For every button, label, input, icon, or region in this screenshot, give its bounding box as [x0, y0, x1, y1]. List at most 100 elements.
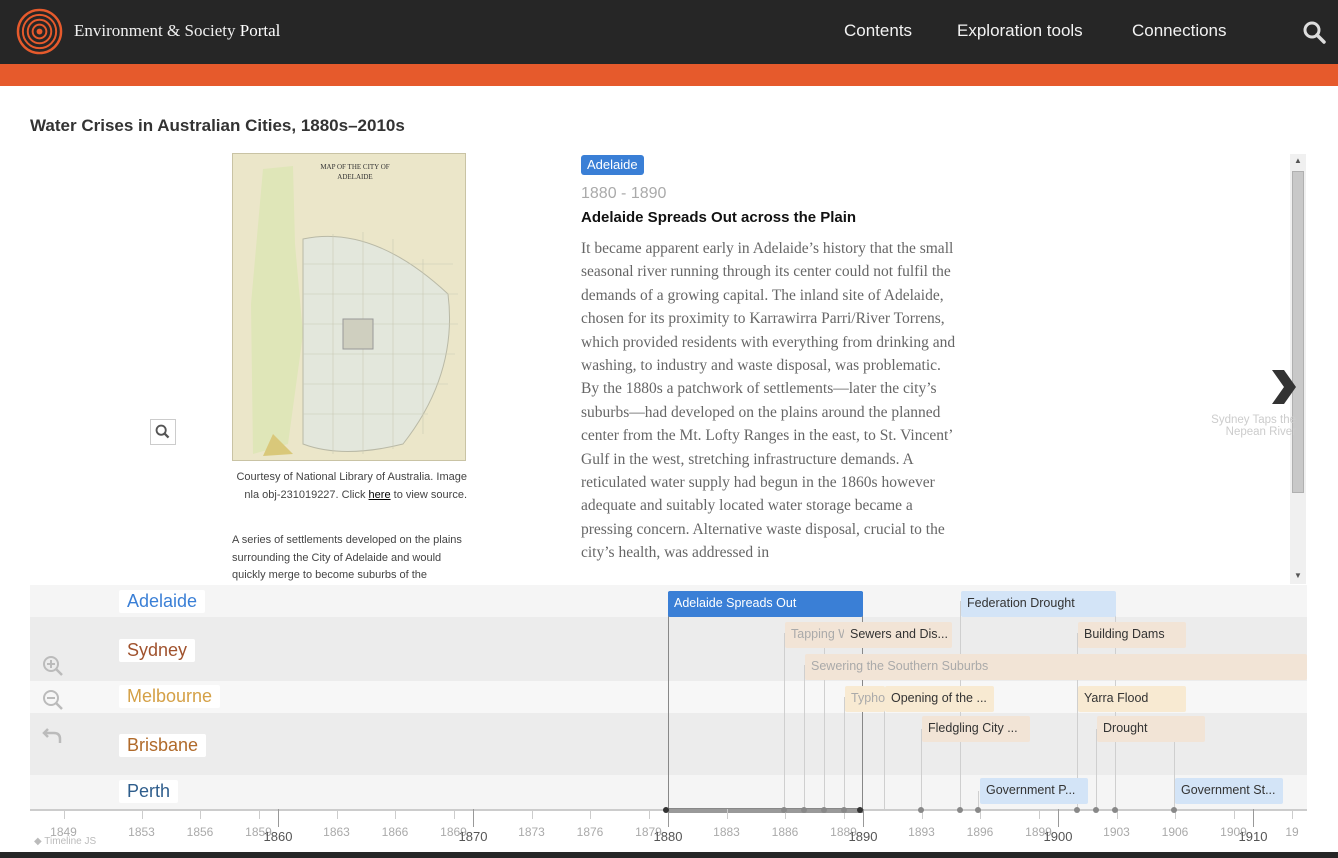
axis-minor-label: 1866: [381, 825, 409, 839]
event-government-st[interactable]: Government St...: [1175, 778, 1283, 804]
axis-event-dot[interactable]: [975, 807, 981, 813]
scroll-down-arrow-icon[interactable]: ▼: [1290, 569, 1306, 583]
search-icon[interactable]: [1302, 20, 1326, 44]
group-label-sydney: Sydney: [119, 639, 196, 662]
image-zoom-button[interactable]: [150, 419, 176, 445]
axis-minor-tick: [453, 809, 455, 819]
timeline-nav: Adelaide Sydney Melbourne Brisbane Perth…: [30, 585, 1307, 852]
group-label-adelaide: Adelaide: [119, 590, 206, 613]
zoom-out-icon[interactable]: [40, 687, 66, 713]
event-sewers-and-disposal[interactable]: Sewers and Dis...: [844, 622, 952, 648]
event-government-p[interactable]: Government P...: [980, 778, 1088, 804]
nav-exploration-tools[interactable]: Exploration tools: [957, 21, 1083, 41]
site-brand[interactable]: Environment & Society Portal: [74, 21, 280, 41]
axis-event-dot[interactable]: [1171, 807, 1177, 813]
axis-minor-tick: [200, 809, 201, 819]
axis-minor-label: 1906: [1161, 825, 1189, 839]
zoom-in-icon[interactable]: [40, 653, 66, 679]
axis-major-tick: [473, 809, 474, 827]
axis-event-dot[interactable]: [781, 807, 787, 813]
group-label-perth: Perth: [119, 780, 179, 803]
nav-connections[interactable]: Connections: [1132, 21, 1227, 41]
event-opening-of-the[interactable]: Opening of the ...: [885, 686, 994, 712]
axis-major-label: 1870: [458, 829, 488, 844]
axis-minor-label: 1873: [518, 825, 545, 839]
back-to-start-icon[interactable]: [40, 721, 66, 747]
event-typhoid[interactable]: Typho: [845, 686, 885, 712]
axis-minor-tick: [648, 809, 650, 819]
axis-minor-tick: [63, 809, 65, 819]
page-title: Water Crises in Australian Cities, 1880s…: [30, 116, 405, 135]
event-drought[interactable]: Drought: [1097, 716, 1205, 742]
brand-main-text: Environment & Society: [74, 21, 236, 40]
axis-event-dot[interactable]: [957, 807, 963, 813]
credit-text-end: to view source.: [390, 488, 467, 501]
event-sewering-southern-suburbs-label: Sewering the Southern Suburbs: [811, 659, 989, 673]
axis-major-tick: [278, 809, 279, 827]
axis-event-dot[interactable]: [663, 807, 669, 813]
axis-event-dot[interactable]: [857, 807, 863, 813]
axis-major-label: 1910: [1238, 829, 1268, 844]
axis-minor-label: 1883: [713, 825, 740, 839]
axis-minor-tick: [531, 809, 533, 819]
axis-active-range: [668, 809, 863, 813]
axis-event-dot[interactable]: [1074, 807, 1080, 813]
event-fledgling-city[interactable]: Fledgling City ...: [922, 716, 1030, 742]
axis-event-dot[interactable]: [1093, 807, 1099, 813]
event-sewering-southern-suburbs[interactable]: Sewering the Southern Suburbs: [805, 654, 1307, 680]
axis-event-dot[interactable]: [801, 807, 807, 813]
axis-major-label: 1900: [1043, 829, 1073, 844]
axis-minor-tick: [395, 809, 396, 819]
next-slide-title[interactable]: Sydney Taps the Nepean River: [1200, 414, 1296, 438]
top-navbar: Environment & Society Portal Contents Ex…: [0, 0, 1338, 64]
timelinejs-credit[interactable]: ◆ Timeline JS: [34, 836, 96, 847]
group-label-melbourne: Melbourne: [119, 685, 221, 708]
axis-minor-tick: [1233, 809, 1235, 819]
event-marker-line: [884, 697, 885, 809]
scroll-thumb[interactable]: [1292, 171, 1304, 493]
event-building-dams[interactable]: Building Dams: [1078, 622, 1186, 648]
axis-minor-label: 1876: [576, 825, 604, 839]
slide-date: 1880 - 1890: [581, 185, 667, 202]
magnifier-icon: [155, 424, 170, 439]
axis-minor-label: 1853: [128, 825, 155, 839]
image-caption: A series of settlements developed on the…: [232, 534, 462, 581]
source-link[interactable]: here: [369, 489, 391, 501]
axis-minor-label: 1856: [186, 825, 214, 839]
time-axis[interactable]: 1849 1853 1856 1859 1863 1866 1869 1873 1876 1879…: [30, 807, 1307, 852]
brand-portal-text: Portal: [239, 21, 281, 40]
group-tag: Adelaide: [581, 155, 644, 175]
event-yarra-flood[interactable]: Yarra Flood: [1078, 686, 1186, 712]
axis-minor-tick: [336, 809, 338, 819]
map-image[interactable]: MAP OF THE CITY OF ADELAIDE: [232, 153, 466, 461]
axis-minor-tick: [1292, 809, 1293, 819]
axis-major-label: 1890: [848, 829, 878, 844]
image-credit: Courtesy of National Library of Australi…: [232, 469, 467, 504]
axis-minor-label: 1896: [966, 825, 994, 839]
axis-minor-tick: [726, 809, 728, 819]
axis-minor-label: 1863: [323, 825, 350, 839]
adelaide-map-illustration: [233, 154, 465, 460]
event-adelaide-spreads-out[interactable]: Adelaide Spreads Out: [668, 591, 863, 617]
map-heading: MAP OF THE CITY OF ADELAIDE: [320, 163, 390, 181]
event-tapping[interactable]: Tapping W: [785, 622, 847, 648]
group-label-brisbane: Brisbane: [119, 734, 207, 757]
axis-event-dot[interactable]: [1112, 807, 1118, 813]
axis-major-label: 1880: [653, 829, 683, 844]
axis-minor-label: 19: [1285, 825, 1299, 839]
next-slide-arrow-icon[interactable]: [1266, 368, 1298, 406]
axis-major-tick: [1058, 809, 1059, 827]
axis-major-tick: [863, 809, 864, 827]
portal-logo-icon[interactable]: [16, 8, 63, 55]
nav-contents[interactable]: Contents: [844, 21, 912, 41]
axis-event-dot[interactable]: [821, 807, 827, 813]
axis-minor-tick: [141, 809, 143, 819]
axis-event-dot[interactable]: [918, 807, 924, 813]
axis-major-label: 1860: [263, 829, 293, 844]
timelinejs-credit-text: Timeline JS: [44, 836, 97, 847]
event-federation-drought[interactable]: Federation Drought: [961, 591, 1116, 617]
axis-minor-label: 1886: [771, 825, 799, 839]
scroll-up-arrow-icon[interactable]: ▲: [1290, 154, 1306, 168]
axis-event-dot[interactable]: [841, 807, 847, 813]
axis-major-tick: [1253, 809, 1254, 827]
